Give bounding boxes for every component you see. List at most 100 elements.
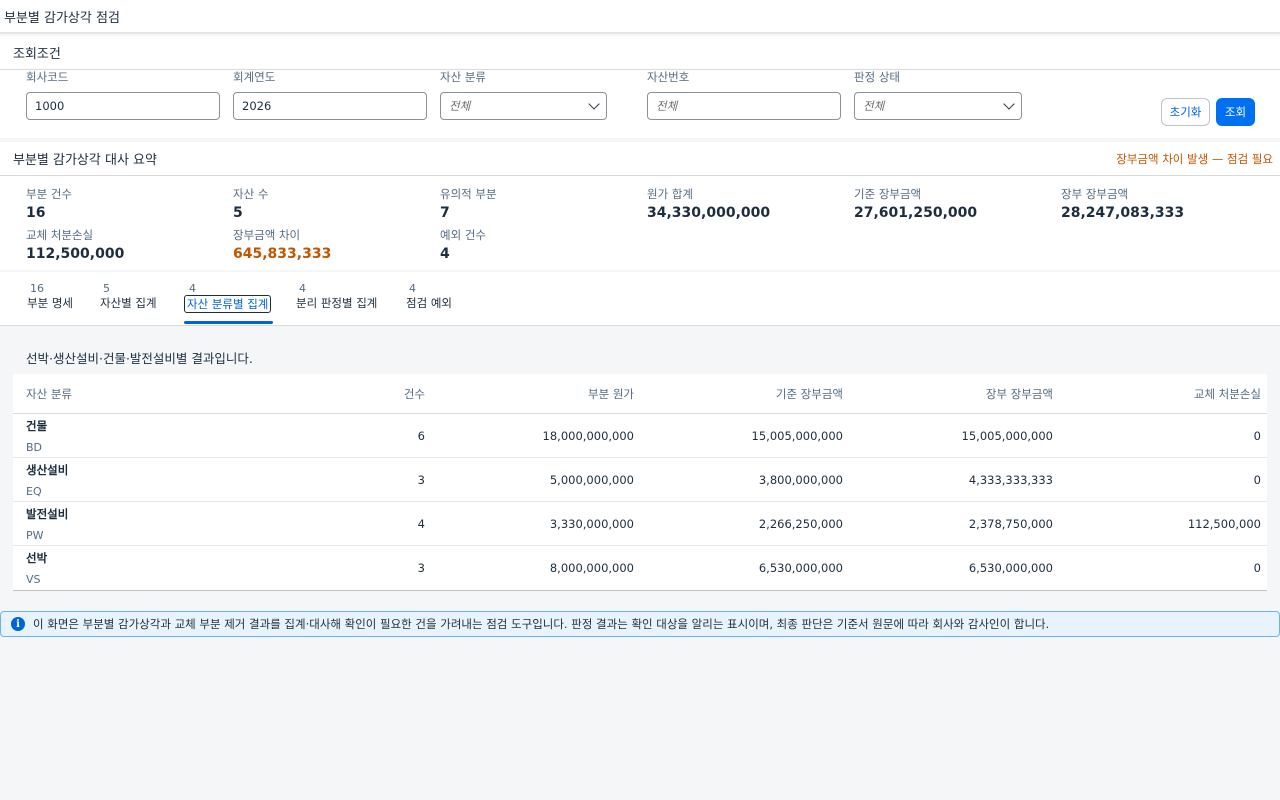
page-header: 부분별 감가상각 점검 — [0, 0, 1280, 34]
loss-cell: 0 — [1253, 472, 1261, 487]
kpi-significant-parts: 유의적 부분 7 — [440, 186, 497, 221]
filter-panel-title: 조회조건 — [13, 47, 61, 62]
kpi-value: 112,500,000 — [26, 246, 125, 262]
kpi-replacement-loss: 교체 처분손실 112,500,000 — [26, 227, 124, 262]
kpi-cost-total: 원가 합계 34,330,000,000 — [647, 186, 770, 221]
tab-by-separation-judgment[interactable]: 4 분리 판정별 집계 — [296, 282, 377, 322]
company-code-label: 회사코드 — [26, 70, 69, 84]
asset-class-cell: 발전설비 PW — [13, 506, 321, 542]
asset-class-cell: 선박 VS — [13, 550, 321, 586]
summary-panel-header: 부분별 감가상각 대사 요약 장부금액 차이 발생 — 점검 필요 — [0, 142, 1280, 176]
asset-number-label: 자산번호 — [647, 70, 690, 84]
kpi-label: 원가 합계 — [647, 187, 693, 201]
tab-count: 4 — [189, 282, 196, 295]
base-book-cell: 6,530,000,000 — [758, 561, 843, 575]
cost-cell: 5,000,000,000 — [549, 472, 634, 487]
cost-cell: 3,330,000,000 — [549, 516, 634, 531]
kpi-value: 28,247,083,333 — [1061, 205, 1185, 221]
tab-inspection-exceptions[interactable]: 4 점검 예외 — [406, 282, 452, 322]
asset-number-group: 자산번호 전체 — [647, 69, 841, 120]
kpi-label: 교체 처분손실 — [26, 228, 94, 242]
tab-content: 선박·생산설비·건물·발전설비별 결과입니다. 자산 분류 건수 부분 원가 기… — [0, 326, 1280, 606]
tab-bar: 16 부분 명세 5 자산별 집계 4 자산 분류별 집계 4 분리 판정별 집… — [0, 272, 1280, 326]
asset-class-name: 건물 — [26, 418, 48, 433]
chevron-down-icon — [1003, 98, 1015, 110]
tab-count: 4 — [409, 282, 416, 295]
tab-label: 분리 판정별 집계 — [296, 296, 378, 310]
info-message-text: 이 화면은 부분별 감가상각과 교체 부분 제거 결과를 집계·대사해 확인이 … — [33, 617, 1050, 631]
kpi-base-book-value: 기준 장부금액 27,601,250,000 — [854, 186, 977, 221]
info-icon: i — [11, 617, 25, 631]
tab-label: 점검 예외 — [406, 296, 452, 310]
count-cell: 4 — [417, 516, 425, 531]
judgment-status-label: 판정 상태 — [854, 70, 900, 84]
table-header: 자산 분류 건수 부분 원가 기준 장부금액 장부 장부금액 교체 처분손실 — [13, 374, 1267, 414]
count-cell: 6 — [417, 428, 425, 443]
column-header[interactable]: 교체 처분손실 — [1053, 386, 1261, 402]
company-code-input[interactable]: 1000 — [26, 92, 220, 120]
tab-count: 5 — [103, 282, 110, 295]
loss-cell: 0 — [1253, 561, 1261, 575]
table-row[interactable]: 건물 BD 6 18,000,000,000 15,005,000,000 15… — [13, 414, 1267, 458]
kpi-label: 유의적 부분 — [440, 187, 497, 201]
column-header[interactable]: 장부 장부금액 — [843, 386, 1053, 402]
kpi-label: 자산 수 — [233, 187, 269, 201]
kpi-value: 34,330,000,000 — [647, 205, 771, 221]
kpi-part-count: 부분 건수 16 — [26, 186, 72, 221]
table-row[interactable]: 선박 VS 3 8,000,000,000 6,530,000,000 6,53… — [13, 546, 1267, 590]
kpi-label: 기준 장부금액 — [854, 187, 922, 201]
base-book-cell: 15,005,000,000 — [751, 428, 843, 443]
kpi-value: 5 — [233, 205, 243, 221]
table-row[interactable]: 생산설비 EQ 3 5,000,000,000 3,800,000,000 4,… — [13, 458, 1267, 502]
ledger-book-cell: 15,005,000,000 — [961, 428, 1053, 443]
loss-cell: 112,500,000 — [1187, 516, 1261, 531]
tab-label: 자산 분류별 집계 — [184, 295, 272, 313]
kpi-value: 27,601,250,000 — [854, 205, 978, 221]
judgment-status-value: 전체 — [863, 99, 885, 113]
kpi-asset-count: 자산 수 5 — [233, 186, 268, 221]
search-button[interactable]: 조회 — [1216, 98, 1255, 126]
kpi-value: 4 — [440, 246, 450, 262]
asset-class-code: BD — [26, 440, 43, 454]
base-book-cell: 2,266,250,000 — [758, 516, 843, 531]
judgment-status-select[interactable]: 전체 — [854, 92, 1022, 120]
fiscal-year-input[interactable]: 2026 — [233, 92, 427, 120]
kpi-value: 16 — [26, 205, 46, 221]
company-code-group: 회사코드 1000 — [26, 69, 220, 120]
tab-count: 16 — [30, 282, 44, 295]
column-header[interactable]: 자산 분류 — [13, 386, 321, 402]
asset-class-select[interactable]: 전체 — [440, 92, 607, 120]
info-message-strip: i 이 화면은 부분별 감가상각과 교체 부분 제거 결과를 집계·대사해 확인… — [0, 611, 1280, 637]
kpi-label: 부분 건수 — [26, 187, 72, 201]
asset-class-value: 전체 — [449, 99, 471, 113]
filter-panel: 조회조건 회사코드 1000 회계연도 2026 자산 분류 전체 자산번호 전… — [0, 36, 1280, 138]
ledger-book-cell: 4,333,333,333 — [968, 472, 1053, 487]
column-header[interactable]: 기준 장부금액 — [634, 386, 843, 402]
asset-class-code: VS — [26, 573, 41, 586]
table-row[interactable]: 발전설비 PW 4 3,330,000,000 2,266,250,000 2,… — [13, 502, 1267, 546]
chevron-down-icon — [588, 98, 600, 110]
tab-by-asset-class[interactable]: 4 자산 분류별 집계 — [183, 282, 274, 324]
kpi-value: 645,833,333 — [233, 246, 332, 262]
variance-warning: 장부금액 차이 발생 — 점검 필요 — [1116, 151, 1273, 166]
asset-class-name: 선박 — [26, 551, 48, 565]
cost-cell: 8,000,000,000 — [549, 561, 634, 575]
asset-class-name: 발전설비 — [26, 506, 69, 521]
column-header[interactable]: 건수 — [321, 386, 425, 402]
kpi-value: 7 — [440, 205, 450, 221]
base-book-cell: 3,800,000,000 — [758, 472, 843, 487]
reset-button[interactable]: 초기화 — [1161, 98, 1210, 126]
summary-panel: 부분별 감가상각 대사 요약 장부금액 차이 발생 — 점검 필요 부분 건수 … — [0, 142, 1280, 270]
asset-class-name: 생산설비 — [26, 462, 69, 477]
asset-number-input[interactable]: 전체 — [647, 92, 841, 120]
tab-part-details[interactable]: 16 부분 명세 — [27, 282, 73, 322]
column-header[interactable]: 부분 원가 — [425, 386, 634, 402]
asset-class-summary-table: 자산 분류 건수 부분 원가 기준 장부금액 장부 장부금액 교체 처분손실 건… — [13, 374, 1267, 591]
cost-cell: 18,000,000,000 — [542, 428, 634, 443]
tab-label: 자산별 집계 — [100, 296, 157, 310]
ledger-book-cell: 6,530,000,000 — [968, 561, 1053, 575]
tab-by-asset[interactable]: 5 자산별 집계 — [100, 282, 157, 322]
page-title: 부분별 감가상각 점검 — [4, 10, 120, 26]
kpi-exception-count: 예외 건수 4 — [440, 227, 486, 262]
fiscal-year-label: 회계연도 — [233, 70, 276, 84]
